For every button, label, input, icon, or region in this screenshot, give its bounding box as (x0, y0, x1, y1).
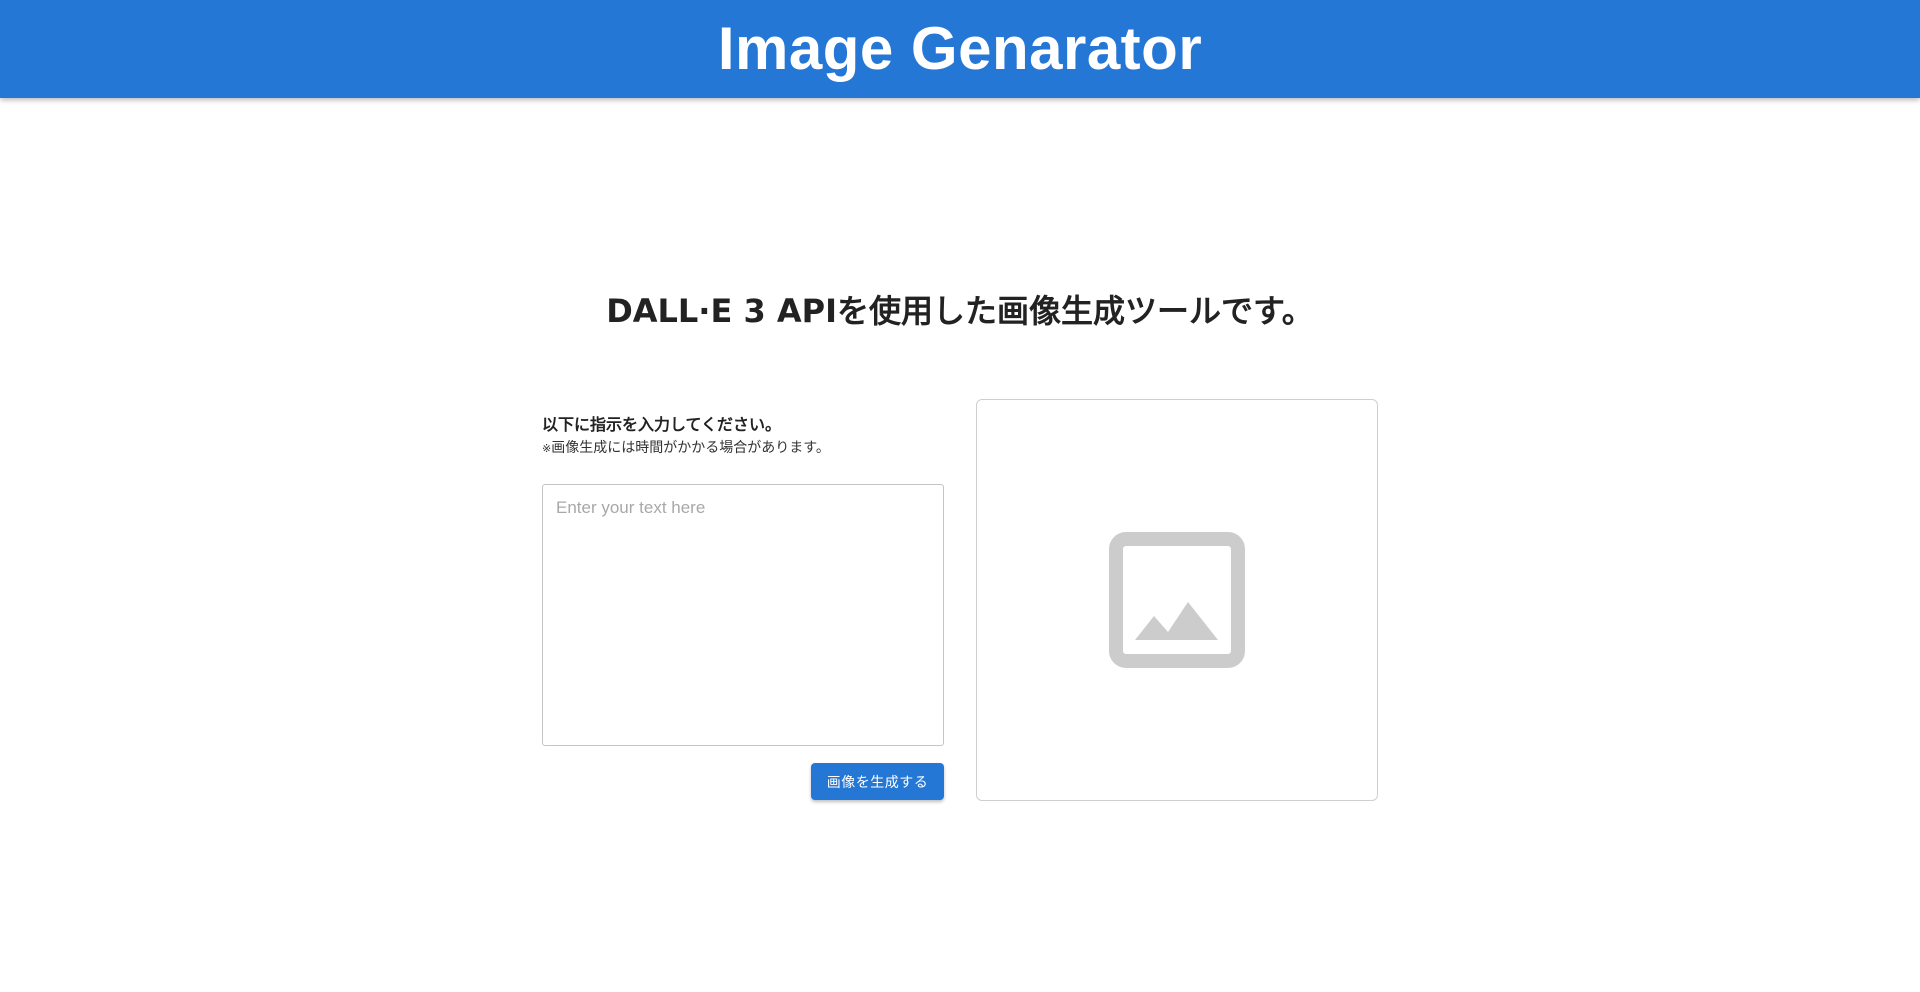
app-title: Image Genarator (717, 15, 1203, 82)
page-heading: DALL·E 3 APIを使用した画像生成ツールです。 (606, 292, 1314, 330)
app-header: Image Genarator (0, 0, 1920, 98)
generate-image-button[interactable]: 画像を生成する (811, 763, 944, 800)
instruction-label: 以下に指示を入力してください。 (542, 415, 782, 434)
note-mark: ※ (542, 442, 552, 455)
instruction-block: 以下に指示を入力してください。 ※画像生成には時間がかかる場合があります。 (542, 414, 944, 459)
note-text: 画像生成には時間がかかる場合があります。 (551, 440, 830, 456)
prompt-input[interactable] (542, 484, 944, 746)
image-placeholder-icon (1109, 532, 1245, 668)
instruction-note: ※画像生成には時間がかかる場合があります。 (542, 438, 944, 459)
image-preview (976, 399, 1378, 801)
